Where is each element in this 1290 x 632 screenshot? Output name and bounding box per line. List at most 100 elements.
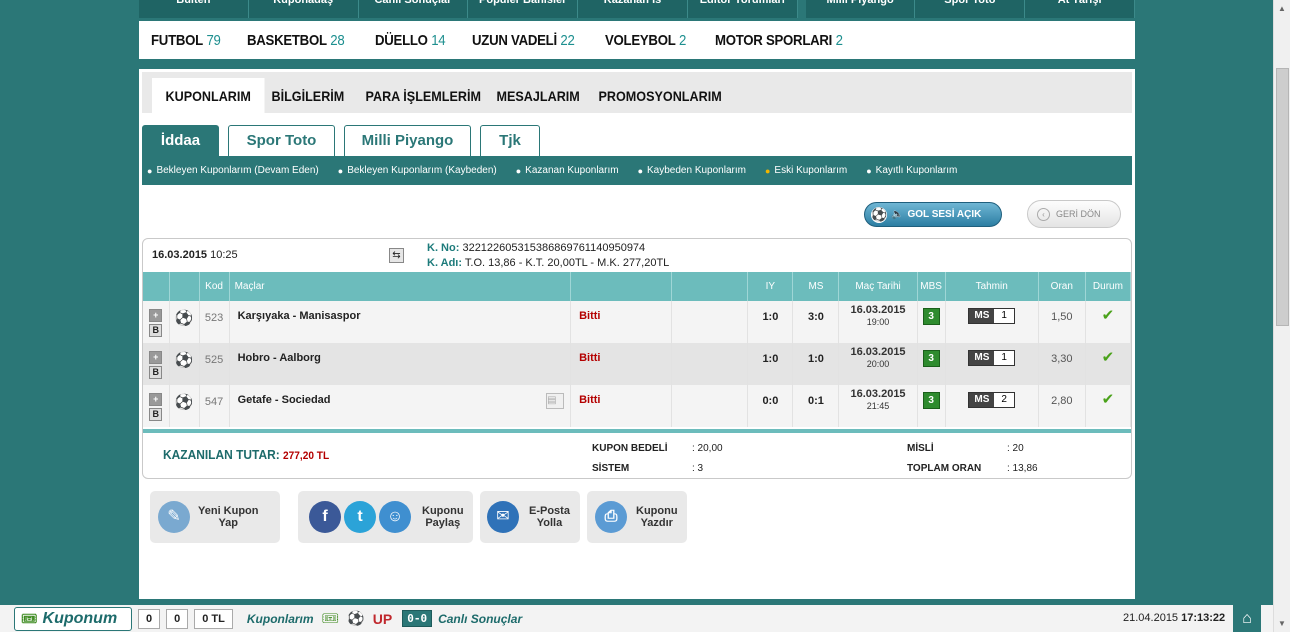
toplam-oran-label: TOPLAM ORAN [907,463,982,474]
expand-icon[interactable]: + [149,309,163,322]
kupon-bedeli-label: KUPON BEDELİ [592,443,668,454]
twitter-icon[interactable]: t [344,501,376,533]
row-match[interactable]: Getafe - Sociedad ▤ [229,385,572,427]
new-coupon-button[interactable]: ✎ Yeni Kupon Yap [150,491,280,543]
b-button[interactable]: B [149,324,163,337]
row-tahmin: MS 2 [945,385,1039,427]
topnav-item[interactable]: At Yarışı [1025,0,1136,18]
topnav-item[interactable]: Kazanan İs [578,0,688,18]
misli-value: : 20 [1007,443,1024,454]
kuponlarim-link[interactable]: Kuponlarım [247,612,314,626]
sport-link-uzun-vadeli[interactable]: UZUN VADELİ 22 [472,32,575,49]
scroll-up-icon[interactable]: ▲ [1274,0,1290,17]
row-empty [671,301,749,343]
topnav-item[interactable]: Popüler Bahisler [468,0,579,18]
row-oran: 2,80 [1038,385,1086,427]
goal-sound-label: GOL SESİ AÇIK [907,209,982,220]
col-header-durum: Durum [1085,272,1132,301]
subnav-bekleyen-kaybeden[interactable]: ● Bekleyen Kuponlarım (Kaybeden) [338,165,497,176]
scroll-down-icon[interactable]: ▼ [1274,615,1290,632]
tab-mesajlarim[interactable]: MESAJLARIM [483,78,593,113]
scrollbar[interactable]: ▲ ▼ [1273,0,1290,632]
coupon-count-1: 0 [138,608,161,629]
row-date-day: 16.03.2015 [850,346,906,358]
email-coupon-button[interactable]: ✉ E-Posta Yolla [480,491,580,543]
friends-icon[interactable]: ☺ [379,501,411,533]
soccer-ball-icon[interactable]: ⚽ [347,610,364,627]
tab-tjk[interactable]: Tjk [480,125,540,156]
row-status: Bitti [570,343,673,385]
tab-para-islemlerim[interactable]: PARA İŞLEMLERİM [352,78,495,113]
row-ms: 3:0 [792,301,840,343]
sport-link-voleybol[interactable]: VOLEYBOL 2 [605,32,686,49]
sport-link-motor-sporlari[interactable]: MOTOR SPORLARI 2 [715,32,843,49]
col-header [570,272,673,301]
sport-link-duello[interactable]: DÜELLO 14 [375,31,446,49]
topnav-item[interactable]: Editör Yorumları [688,0,798,18]
facebook-icon[interactable]: f [309,501,341,533]
tab-spor-toto[interactable]: Spor Toto [228,125,335,156]
subnav-label: Kazanan Kuponlarım [525,165,619,176]
home-icon[interactable]: ⌂ [1233,605,1261,632]
row-date-day: 16.03.2015 [850,304,906,316]
tab-promosyonlarim[interactable]: PROMOSYONLARIM [585,78,735,113]
table-row: + B ⚽ 547 Getafe - Sociedad ▤ Bitti 0:0 0:… [143,385,1132,427]
kuponum-logo[interactable]: 🎟 Kuponum [14,606,132,631]
goal-sound-toggle-button[interactable]: ⚽ 🔈 GOL SESİ AÇIK [864,202,1002,227]
ticket-icon[interactable]: 🎟 [322,610,340,627]
canli-sonuclar-link[interactable]: Canlı Sonuçlar [438,612,522,626]
coupon-datetime: 16.03.2015 10:25 [152,249,238,261]
col-header-iy: IY [747,272,794,301]
bullet-icon: ● [637,165,643,176]
subnav-eski[interactable]: ● Eski Kuponlarım [765,165,847,176]
print-coupon-button[interactable]: ⎙ Kuponu Yazdır [587,491,687,543]
share-label: Kuponu Paylaş [422,505,464,529]
expand-icon[interactable]: + [149,393,163,406]
tab-kuponlarim[interactable]: KUPONLARIM [152,78,265,113]
col-header-ms: MS [792,272,840,301]
subnav-bekleyen-devam[interactable]: ● Bekleyen Kuponlarım (Devam Eden) [147,165,319,176]
sport-name: UZUN VADELİ [471,31,557,49]
row-match[interactable]: Karşıyaka - Manisaspor [229,301,572,343]
sport-link-basketbol[interactable]: BASKETBOL 28 [247,32,345,49]
b-button[interactable]: B [149,408,163,421]
subnav-kaybeden[interactable]: ● Kaybeden Kuponlarım [638,165,746,176]
scrollbar-thumb[interactable] [1276,68,1289,326]
b-button[interactable]: B [149,366,163,379]
tahmin-value: 1 [994,309,1014,323]
winnings-amount: 277,20 TL [283,450,330,462]
clock-time: 17:13:22 [1181,612,1226,624]
sport-count: 22 [560,31,575,49]
statistics-icon[interactable]: ▤ [546,393,565,409]
topnav-item[interactable]: Spor Toto [915,0,1026,18]
sport-name: VOLEYBOL [605,31,676,49]
sport-count: 14 [431,31,446,49]
topnav-item[interactable]: Milli Piyango [806,0,916,18]
row-oran: 3,30 [1038,343,1086,385]
row-mbs: 3 [917,301,946,343]
sistem-label: SİSTEM [592,463,630,474]
topnav-item[interactable]: Kuponadaş [249,0,359,18]
subnav-kayitli[interactable]: ● Kayıtlı Kuponlarım [866,165,957,176]
sport-name: MOTOR SPORLARI [714,31,832,49]
soccer-ball-icon: ⚽ [174,310,194,327]
topnav-item[interactable]: Canlı Sonuçlar [359,0,469,18]
live-score-icon[interactable]: 0-0 [402,610,433,627]
sport-link-futbol[interactable]: FUTBOL 79 [151,32,221,49]
back-button[interactable]: ‹ GERİ DÖN [1027,200,1121,228]
refresh-icon[interactable]: ⇆ [389,248,404,263]
col-header-kod: Kod [199,272,230,301]
table-header-row: Kod Maçlar IY MS Maç Tarihi MBS Tahmin O… [143,272,1132,301]
subnav-kazanan[interactable]: ● Kazanan Kuponlarım [516,165,619,176]
tab-bilgilerim[interactable]: BİLGİLERİM [258,78,358,113]
row-date-day: 16.03.2015 [850,388,906,400]
row-match-label: Getafe - Sociedad [237,394,331,406]
row-match[interactable]: Hobro - Aalborg [229,343,572,385]
label-line: Yolla [536,517,563,529]
table-row: + B ⚽ 525 Hobro - Aalborg Bitti 1:0 1:0 1… [143,343,1132,385]
tab-iddaa[interactable]: İddaa [142,125,219,156]
up-icon[interactable]: UP [373,611,392,627]
expand-icon[interactable]: + [149,351,163,364]
tab-milli-piyango[interactable]: Milli Piyango [344,125,471,156]
topnav-item[interactable]: Bülten [139,0,249,18]
